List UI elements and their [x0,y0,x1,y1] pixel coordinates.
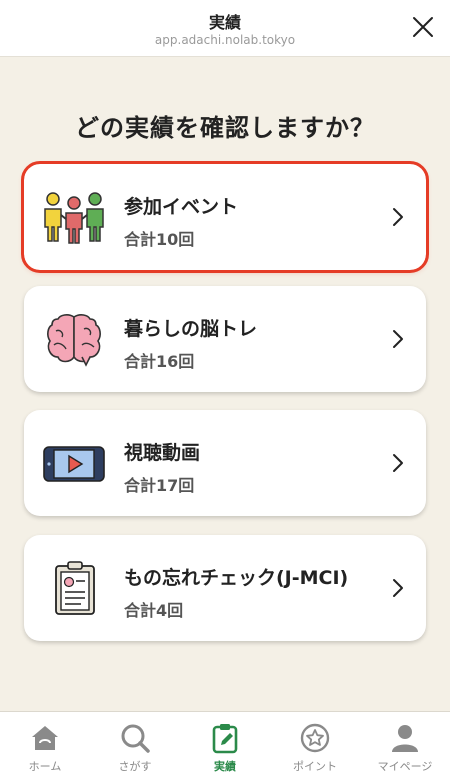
card-memory-check[interactable]: もの忘れチェック(J-MCI) 合計4回 [24,535,426,641]
card-events[interactable]: 参加イベント 合計10回 [21,161,429,273]
point-icon [300,723,330,753]
person-icon [392,725,418,752]
bottom-tab-bar: ホーム さがす 実績 ポイント マイページ [0,711,450,780]
top-bar: 実績 app.adachi.nolab.tokyo [0,0,450,57]
card-count: 合計10回 [124,230,195,249]
brain-icon [47,314,101,367]
card-count: 合計17回 [124,476,195,495]
tab-label: ホーム [28,760,62,773]
records-icon [212,724,238,754]
chevron-right-icon [393,330,403,348]
site-url: app.adachi.nolab.tokyo [154,33,296,47]
tab-label: ポイント [293,760,337,773]
card-title: 参加イベント [124,196,239,218]
clipboard-icon [55,561,95,615]
home-icon [32,726,58,750]
page-title: 実績 [208,13,241,32]
chevron-right-icon [393,208,403,226]
tab-points[interactable]: ポイント [270,712,360,780]
prompt-heading: どの実績を確認しますか？ [75,114,375,142]
video-icon [43,446,105,482]
search-icon [121,724,150,753]
tab-records[interactable]: 実績 [180,712,270,780]
card-brain-training[interactable]: 暮らしの脳トレ 合計16回 [24,286,426,392]
tab-label: さがす [118,760,152,773]
people-icon [44,192,104,244]
chevron-right-icon [393,454,403,472]
chevron-right-icon [393,579,403,597]
tab-mypage[interactable]: マイページ [360,712,450,780]
tab-label: マイページ [377,760,433,773]
card-count: 合計16回 [124,352,195,371]
card-title: 視聴動画 [124,442,201,464]
card-title: 暮らしの脳トレ [124,318,258,340]
close-icon[interactable] [412,16,434,38]
tab-search[interactable]: さがす [90,712,180,780]
card-title: もの忘れチェック(J-MCI) [124,567,349,589]
card-count: 合計4回 [124,601,184,620]
tab-label: 実績 [214,760,236,773]
tab-home[interactable]: ホーム [0,712,90,780]
card-videos[interactable]: 視聴動画 合計17回 [24,410,426,516]
